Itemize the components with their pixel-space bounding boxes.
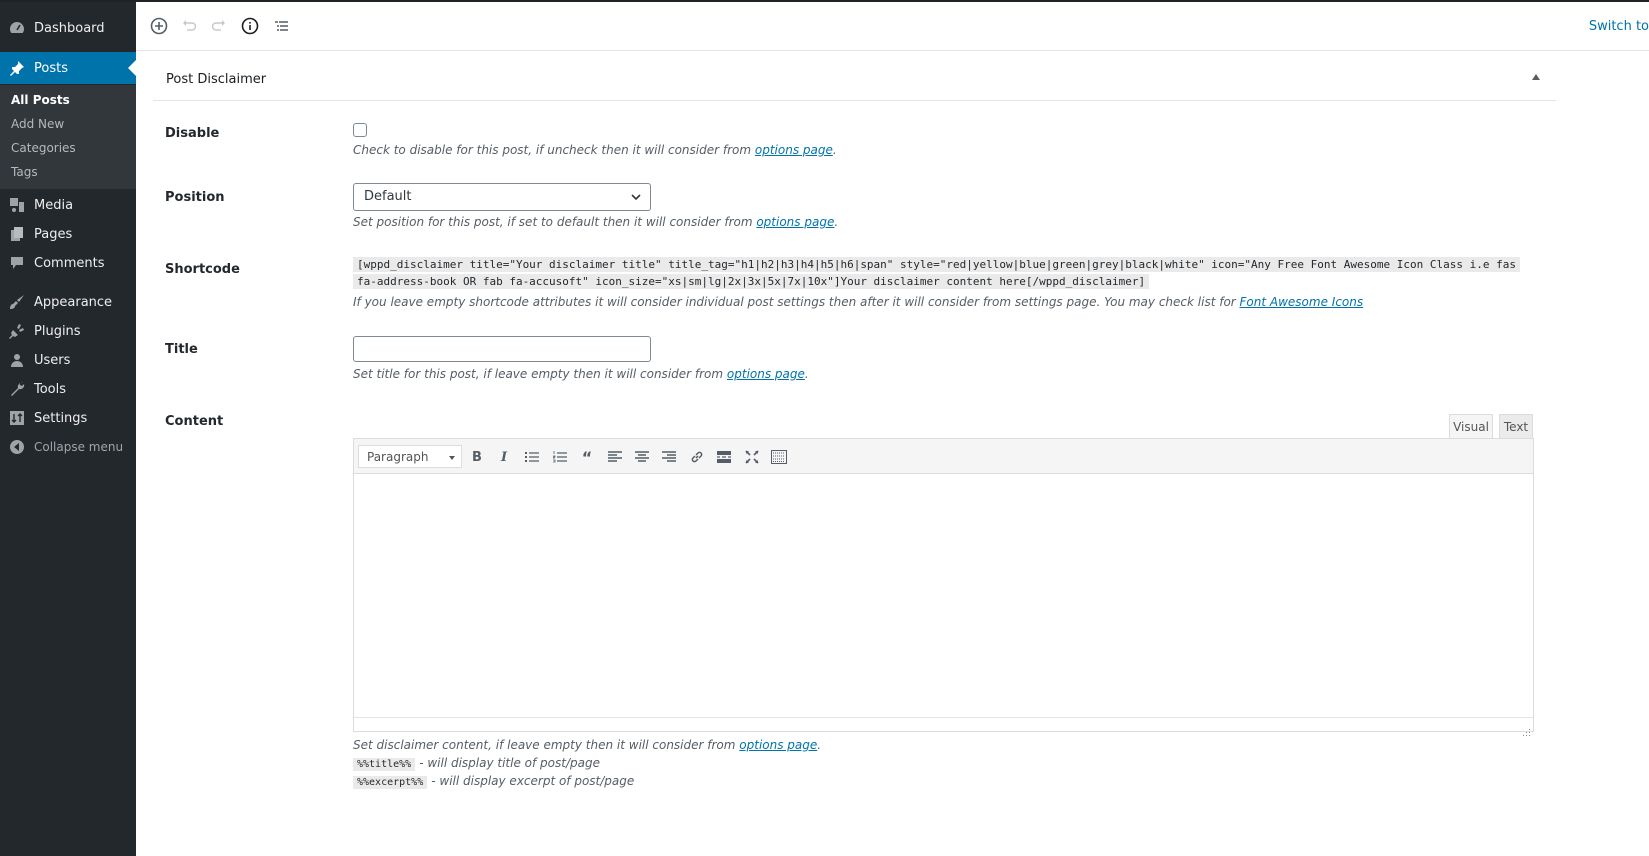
fullscreen-icon[interactable] — [742, 447, 762, 467]
align-right-icon[interactable] — [659, 447, 679, 467]
metabox-title: Post Disclaimer — [166, 72, 267, 87]
submenu-categories[interactable]: Categories — [11, 141, 76, 155]
options-page-link[interactable]: options page — [739, 738, 817, 752]
position-description: Set position for this post, if set to de… — [353, 215, 839, 229]
link-icon[interactable] — [687, 447, 707, 467]
sidebar-item-users[interactable]: Users — [0, 345, 136, 375]
options-page-link[interactable]: options page — [756, 215, 834, 229]
collapse-label: Collapse menu — [34, 440, 124, 454]
submenu-add-new[interactable]: Add New — [11, 117, 64, 131]
content-editor: Paragraph B I “ — [353, 438, 1534, 736]
collapse-toggle-icon[interactable] — [1532, 74, 1540, 80]
sidebar-item-settings[interactable]: Settings — [0, 403, 136, 433]
sidebar-item-dashboard[interactable]: Dashboard — [0, 13, 136, 43]
collapse-menu-button[interactable]: Collapse menu — [0, 432, 136, 462]
sidebar-item-posts[interactable]: Posts — [0, 52, 136, 84]
tab-text[interactable]: Text — [1499, 414, 1533, 439]
wrench-icon — [8, 380, 26, 398]
users-icon — [8, 351, 26, 369]
sidebar-label: Appearance — [34, 294, 113, 310]
shortcode-description: If you leave empty shortcode attributes … — [353, 295, 1364, 309]
sidebar-label: Posts — [34, 60, 68, 76]
chevron-down-icon — [630, 191, 642, 207]
media-icon — [8, 196, 26, 214]
comments-icon — [8, 254, 26, 272]
sidebar-item-comments[interactable]: Comments — [0, 248, 136, 278]
tab-visual[interactable]: Visual — [1449, 414, 1493, 439]
resize-handle-icon[interactable] — [1523, 722, 1531, 736]
options-page-link[interactable]: options page — [755, 143, 833, 157]
align-left-icon[interactable] — [605, 447, 625, 467]
sidebar-item-media[interactable]: Media — [0, 190, 136, 220]
editor-format-toolbar: Paragraph B I “ — [354, 439, 1533, 474]
position-label: Position — [165, 190, 225, 205]
excerpt-tag-hint: %%excerpt%% - will display excerpt of pos… — [353, 774, 634, 789]
sidebar-item-appearance[interactable]: Appearance — [0, 287, 136, 317]
admin-sidebar: Dashboard Posts All Posts Add New Catego… — [0, 2, 136, 856]
sidebar-label: Pages — [34, 226, 73, 242]
submenu-tags[interactable]: Tags — [11, 165, 38, 179]
disable-checkbox[interactable] — [353, 123, 367, 137]
sidebar-label: Settings — [34, 410, 88, 426]
content-description: Set disclaimer content, if leave empty t… — [353, 738, 822, 752]
position-select[interactable]: Default — [353, 183, 651, 211]
sidebar-label: Comments — [34, 255, 105, 271]
sidebar-item-tools[interactable]: Tools — [0, 374, 136, 404]
format-select[interactable]: Paragraph — [358, 445, 462, 468]
info-icon[interactable] — [240, 16, 260, 36]
content-editor-area[interactable] — [354, 474, 1533, 717]
shortcode-label: Shortcode — [165, 262, 240, 277]
submenu-all-posts[interactable]: All Posts — [11, 93, 70, 107]
sidebar-label: Plugins — [34, 323, 81, 339]
numbered-list-icon[interactable] — [550, 447, 570, 467]
sidebar-label: Dashboard — [34, 20, 105, 36]
outline-icon[interactable] — [271, 16, 291, 36]
caret-down-icon — [449, 456, 455, 460]
paintbrush-icon — [8, 293, 26, 311]
options-page-link[interactable]: options page — [727, 367, 805, 381]
switch-to-link[interactable]: Switch to — [1589, 19, 1649, 34]
format-value: Paragraph — [367, 450, 429, 464]
disable-description: Check to disable for this post, if unche… — [353, 143, 837, 157]
font-awesome-icons-link[interactable]: Font Awesome Icons — [1240, 295, 1364, 309]
italic-icon[interactable]: I — [494, 447, 514, 467]
dashboard-icon — [8, 19, 26, 37]
bullet-list-icon[interactable] — [522, 447, 542, 467]
toolbar-toggle-icon[interactable] — [769, 447, 789, 467]
excerpt-tag-code: %%excerpt%% — [353, 776, 428, 789]
title-tag-hint: %%title%% - will display title of post/pa… — [353, 756, 600, 771]
collapse-icon — [8, 438, 26, 456]
plugin-icon — [8, 322, 26, 340]
content-label: Content — [165, 414, 224, 429]
settings-icon — [8, 409, 26, 427]
add-block-icon[interactable] — [149, 16, 169, 36]
bold-icon[interactable]: B — [467, 447, 487, 467]
sidebar-label: Media — [34, 197, 74, 213]
shortcode-line-1: [wppd_disclaimer title="Your disclaimer … — [353, 257, 1520, 272]
blockquote-icon[interactable]: “ — [577, 447, 597, 467]
sidebar-item-pages[interactable]: Pages — [0, 219, 136, 249]
editor-statusbar — [354, 717, 1533, 736]
editor-toolbar: Switch to — [136, 2, 1649, 51]
pushpin-icon — [8, 59, 26, 77]
sidebar-label: Users — [34, 352, 71, 368]
disable-label: Disable — [165, 126, 220, 141]
title-description: Set title for this post, if leave empty … — [353, 367, 809, 381]
undo-icon[interactable] — [179, 16, 199, 36]
posts-submenu: All Posts Add New Categories Tags — [0, 85, 136, 189]
pages-icon — [8, 225, 26, 243]
align-center-icon[interactable] — [632, 447, 652, 467]
read-more-icon[interactable] — [714, 447, 734, 467]
sidebar-item-plugins[interactable]: Plugins — [0, 316, 136, 346]
title-label: Title — [165, 342, 198, 357]
sidebar-label: Tools — [34, 381, 67, 397]
shortcode-line-2: fa-address-book OR fab fa-accusoft" icon… — [353, 274, 1150, 289]
metabox-header[interactable]: Post Disclaimer — [153, 52, 1556, 101]
position-value: Default — [364, 189, 412, 204]
title-tag-code: %%title%% — [353, 758, 416, 771]
title-input[interactable] — [353, 336, 651, 362]
redo-icon[interactable] — [209, 16, 229, 36]
